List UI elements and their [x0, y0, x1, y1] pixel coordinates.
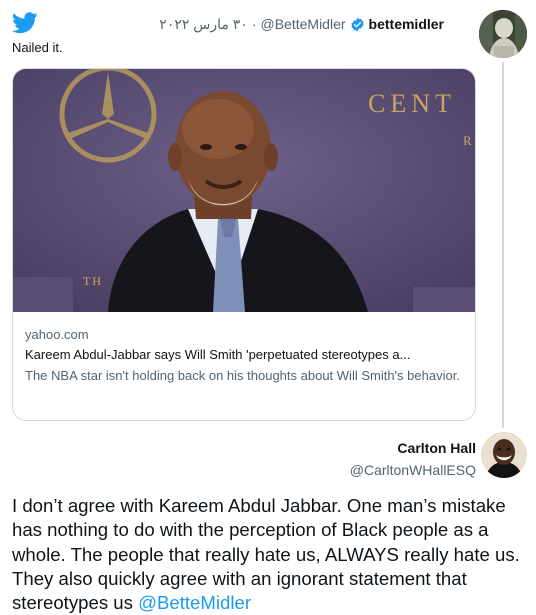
- avatar-photo: [479, 10, 527, 58]
- reply-display-name[interactable]: Carlton Hall: [350, 440, 476, 456]
- avatar[interactable]: [479, 10, 527, 58]
- card-title[interactable]: Kareem Abdul-Jabbar says Will Smith 'per…: [25, 347, 465, 362]
- reply-avatar-photo: [481, 432, 527, 478]
- reply-body: I don’t agree with Kareem Abdul Jabbar. …: [12, 495, 520, 614]
- mention-link[interactable]: @BetteMidler: [138, 592, 251, 613]
- thread-connector: [502, 62, 504, 428]
- author-handle[interactable]: @BetteMidler: [261, 16, 346, 32]
- reply-handle[interactable]: @CarltonWHallESQ: [350, 462, 476, 478]
- separator-dot: ·: [251, 16, 257, 32]
- backdrop-text: CENT: [368, 89, 456, 118]
- reply-avatar[interactable]: [481, 432, 527, 478]
- tweet-text: Nailed it.: [12, 40, 63, 55]
- author-display-name[interactable]: bettemidler: [369, 16, 444, 32]
- card-meta: yahoo.com Kareem Abdul-Jabbar says Will …: [25, 327, 465, 384]
- backdrop-text-small: R: [463, 133, 472, 148]
- quoted-tweet-header: ٣٠ مارس ٢٠٢٢ · @BetteMidler bettemidler: [159, 14, 444, 34]
- card-domain: yahoo.com: [25, 327, 89, 342]
- card-description: The NBA star isn't holding back on his t…: [25, 368, 460, 383]
- tweet-date[interactable]: ٣٠ مارس ٢٠٢٢: [159, 16, 248, 33]
- reply-header: Carlton Hall @CarltonWHallESQ: [350, 440, 476, 478]
- verified-badge-icon: [350, 17, 364, 31]
- twitter-bird-icon[interactable]: [12, 12, 38, 34]
- backdrop-text-left: TH: [83, 274, 103, 288]
- reply-text: I don’t agree with Kareem Abdul Jabbar. …: [12, 494, 527, 615]
- link-preview-card[interactable]: CENT R TH yahoo.com Kareem Abdul-Jabbar …: [12, 68, 476, 421]
